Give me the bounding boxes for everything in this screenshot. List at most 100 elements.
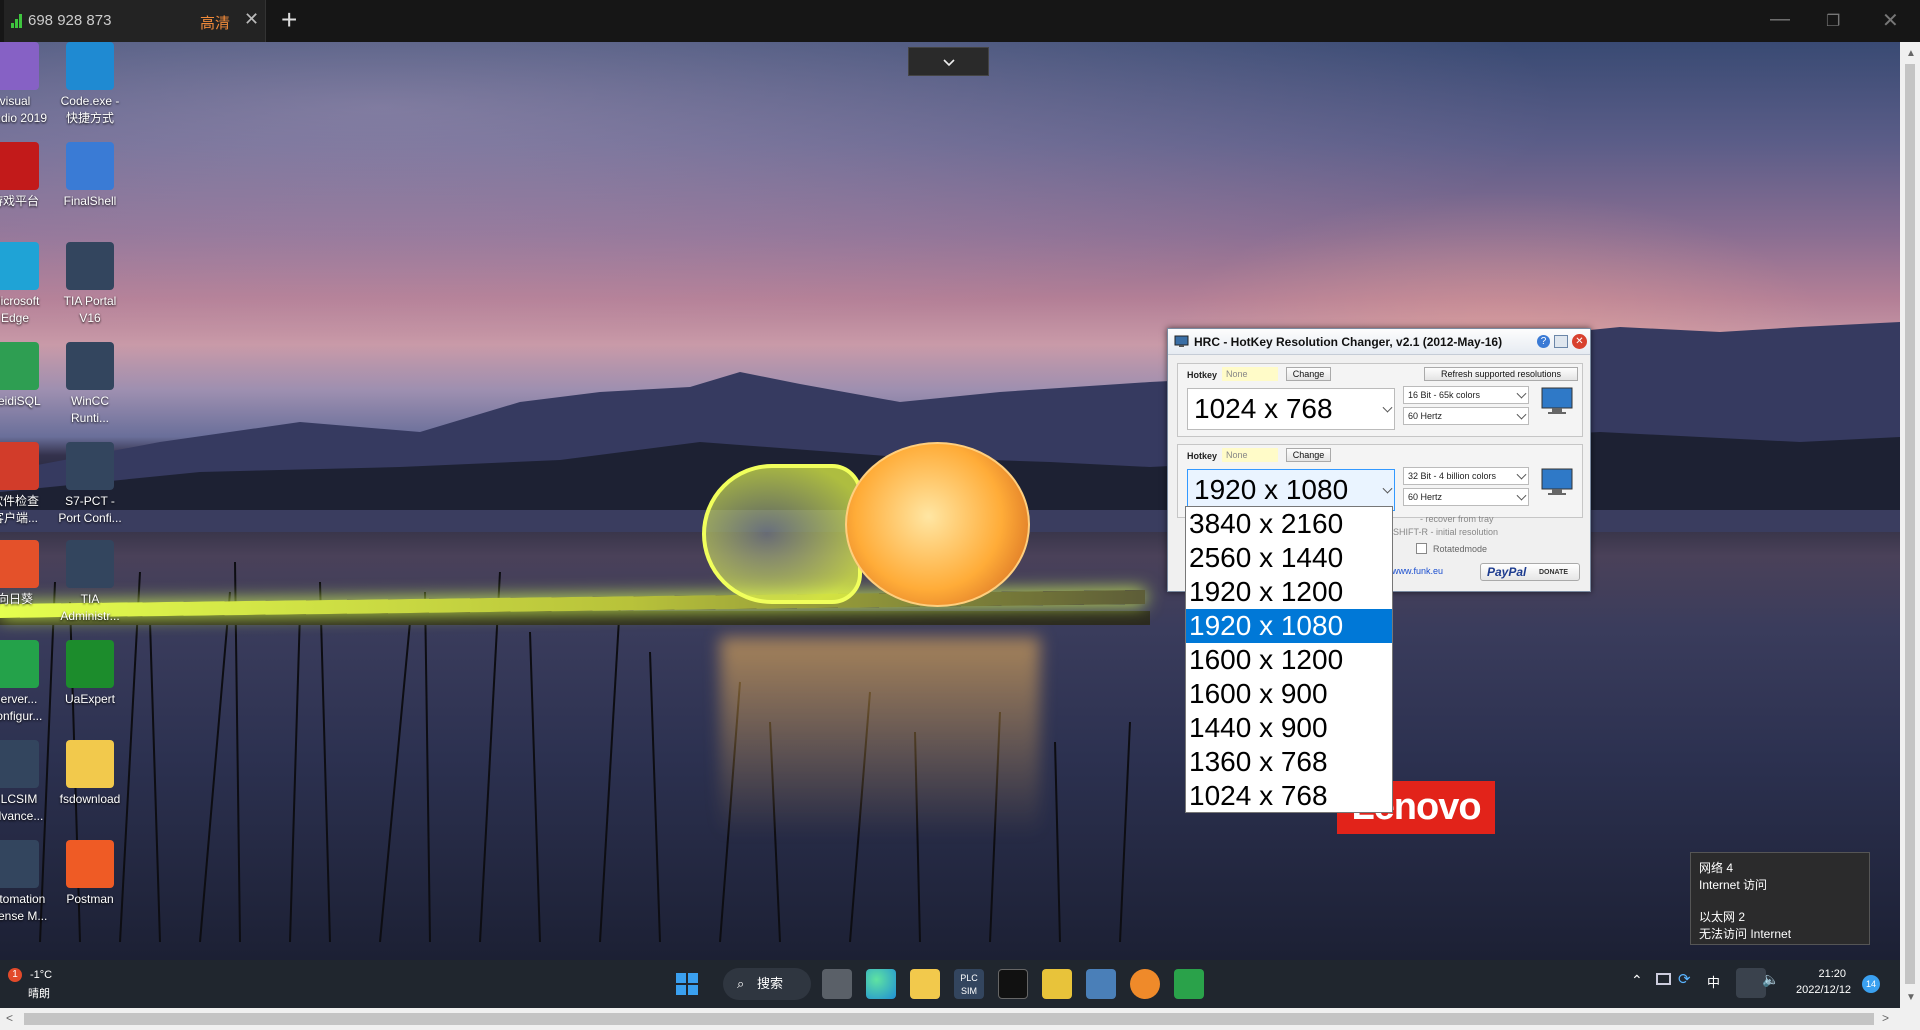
finalshell-icon (66, 142, 114, 190)
network-tooltip: 网络 4 Internet 访问 以太网 2 无法访问 Internet (1690, 852, 1870, 945)
resolution-option[interactable]: 1440 x 900 (1186, 711, 1392, 745)
resolution-dropdown-list: 3840 x 2160 2560 x 1440 1920 x 1200 1920 x … (1185, 506, 1393, 813)
shortcut-label: Postman (66, 892, 114, 906)
chevron-down-icon (1516, 409, 1527, 420)
scroll-right-icon[interactable]: > (1882, 1011, 1889, 1025)
shortcut-label: WinCC Runti... (70, 394, 109, 425)
apply-monitor-icon[interactable] (1540, 467, 1574, 497)
uaexpert-icon (66, 640, 114, 688)
signal-icon (11, 14, 25, 28)
close-icon[interactable]: ✕ (1572, 334, 1587, 349)
search-box[interactable]: ⌕ 搜索 (723, 968, 811, 1000)
hrc-titlebar[interactable]: HRC - HotKey Resolution Changer, v2.1 (2… (1168, 329, 1590, 355)
resolution-option[interactable]: 3840 x 2160 (1186, 507, 1392, 541)
resolution-option[interactable]: 1600 x 900 (1186, 677, 1392, 711)
postman-shortcut[interactable]: Postman (45, 840, 135, 908)
weather-badge: 1 (8, 968, 22, 982)
change-hotkey-button[interactable]: Change (1286, 367, 1331, 381)
refresh-rate-select-1[interactable]: 60 Hertz (1403, 407, 1529, 425)
minimize-icon[interactable]: — (1770, 8, 1790, 31)
chevron-down-icon (1382, 402, 1393, 413)
quality-toggle[interactable]: 高清 (200, 12, 230, 33)
file-explorer-icon[interactable] (910, 969, 940, 999)
vertical-scrollbar[interactable]: ▲ ▼ (1900, 42, 1920, 1008)
color-depth-select-2[interactable]: 32 Bit - 4 billion colors (1403, 467, 1529, 485)
horizontal-scrollbar[interactable]: < > (0, 1008, 1920, 1030)
scroll-up-icon[interactable]: ▲ (1906, 48, 1916, 59)
app-orange-icon[interactable] (1130, 969, 1160, 999)
monitor-tray-icon[interactable] (1656, 973, 1671, 985)
game-platform-icon (0, 142, 39, 190)
shortcut-label: FinalShell (63, 194, 117, 208)
tia-portal-shortcut[interactable]: TIA Portal V16 (45, 242, 135, 327)
refresh-resolutions-button[interactable]: Refresh supported resolutions (1424, 367, 1578, 381)
terminal-icon[interactable] (998, 969, 1028, 999)
shortcut-label: Code.exe - 快捷方式 (60, 94, 120, 125)
apply-monitor-icon[interactable] (1540, 386, 1574, 416)
connection-id: 698 928 873 (28, 12, 112, 29)
opc-server-icon (0, 640, 39, 688)
app-green-icon[interactable] (1174, 969, 1204, 999)
weather-temp[interactable]: -1°C (30, 969, 52, 981)
collapse-toolbar-button[interactable] (908, 47, 989, 76)
resolution-option[interactable]: 1360 x 768 (1186, 745, 1392, 779)
tray-icon[interactable] (1554, 335, 1568, 348)
task-view-icon[interactable] (822, 969, 852, 999)
resolution-option[interactable]: 2560 x 1440 (1186, 541, 1392, 575)
heidisql-icon (0, 342, 39, 390)
restore-icon[interactable]: ❐ (1826, 11, 1840, 31)
clock-time[interactable]: 21:20 (1796, 968, 1846, 980)
resolution-option[interactable]: 1024 x 768 (1186, 779, 1392, 813)
rotated-checkbox[interactable] (1416, 543, 1427, 554)
windows-start-icon[interactable] (672, 969, 702, 999)
hotkey-field[interactable]: None (1222, 367, 1278, 381)
refresh-rate-select-2[interactable]: 60 Hertz (1403, 488, 1529, 506)
weather-desc[interactable]: 晴朗 (28, 985, 50, 1001)
s7-pct-shortcut[interactable]: S7-PCT - Port Confi... (45, 442, 135, 527)
close-tab-icon[interactable]: ✕ (244, 9, 259, 30)
folder-shortcut[interactable]: fsdownload (45, 740, 135, 808)
edge-taskbar-icon[interactable] (866, 969, 896, 999)
sync-icon[interactable]: ⟳ (1678, 970, 1691, 988)
hotkey-field[interactable]: None (1222, 448, 1278, 462)
volume-icon[interactable]: 🔈 (1762, 971, 1779, 988)
website-link[interactable]: www.funk.eu (1392, 566, 1443, 576)
hscroll-thumb[interactable] (24, 1013, 1874, 1025)
resolution-select-1[interactable]: 1024 x 768 (1187, 388, 1395, 430)
new-tab-button[interactable]: + (281, 4, 297, 36)
sunflower-icon (0, 540, 39, 588)
session-tab[interactable]: 698 928 873 高清 ✕ (4, 0, 266, 42)
shortcut-label: fsdownload (59, 792, 121, 806)
hotkey-label: Hotkey (1187, 370, 1218, 380)
tray-expand-icon[interactable]: ⌃ (1631, 972, 1643, 989)
clock-date[interactable]: 2022/12/12 (1796, 984, 1851, 996)
paypal-donate-button[interactable]: PayPal DONATE (1480, 563, 1580, 581)
resolution-select-2[interactable]: 1920 x 1080 (1187, 469, 1395, 511)
scroll-thumb[interactable] (1905, 64, 1915, 984)
hotkey-label: Hotkey (1187, 451, 1218, 461)
change-hotkey-button[interactable]: Change (1286, 448, 1331, 462)
uaexpert-shortcut[interactable]: UaExpert (45, 640, 135, 708)
help-icon[interactable]: ? (1537, 335, 1550, 348)
window-close-icon[interactable]: ✕ (1882, 8, 1899, 33)
scroll-down-icon[interactable]: ▼ (1906, 992, 1916, 1003)
resolution-option[interactable]: 1920 x 1200 (1186, 575, 1392, 609)
remote-desktop-icon[interactable] (1086, 969, 1116, 999)
software-check-icon (0, 442, 39, 490)
shortcut-label: S7-PCT - Port Confi... (58, 494, 122, 525)
shortcut-label: UaExpert (64, 692, 116, 706)
color-depth-select-1[interactable]: 16 Bit - 65k colors (1403, 386, 1529, 404)
app-taskbar-icon[interactable] (1042, 969, 1072, 999)
plcsim-taskbar-icon[interactable]: PLC SIM (954, 969, 984, 999)
finalshell-shortcut[interactable]: FinalShell (45, 142, 135, 210)
tia-admin-shortcut[interactable]: TIA Administr... (45, 540, 135, 625)
plcsim-icon (0, 740, 39, 788)
wincc-icon (66, 342, 114, 390)
wincc-shortcut[interactable]: WinCC Runti... (45, 342, 135, 427)
resolution-option[interactable]: 1600 x 1200 (1186, 643, 1392, 677)
vscode-shortcut[interactable]: Code.exe - 快捷方式 (45, 42, 135, 127)
scroll-left-icon[interactable]: < (6, 1011, 13, 1025)
ime-indicator[interactable]: 中 (1707, 972, 1720, 991)
resolution-option[interactable]: 1920 x 1080 (1186, 609, 1392, 643)
notification-badge[interactable]: 14 (1862, 975, 1880, 993)
